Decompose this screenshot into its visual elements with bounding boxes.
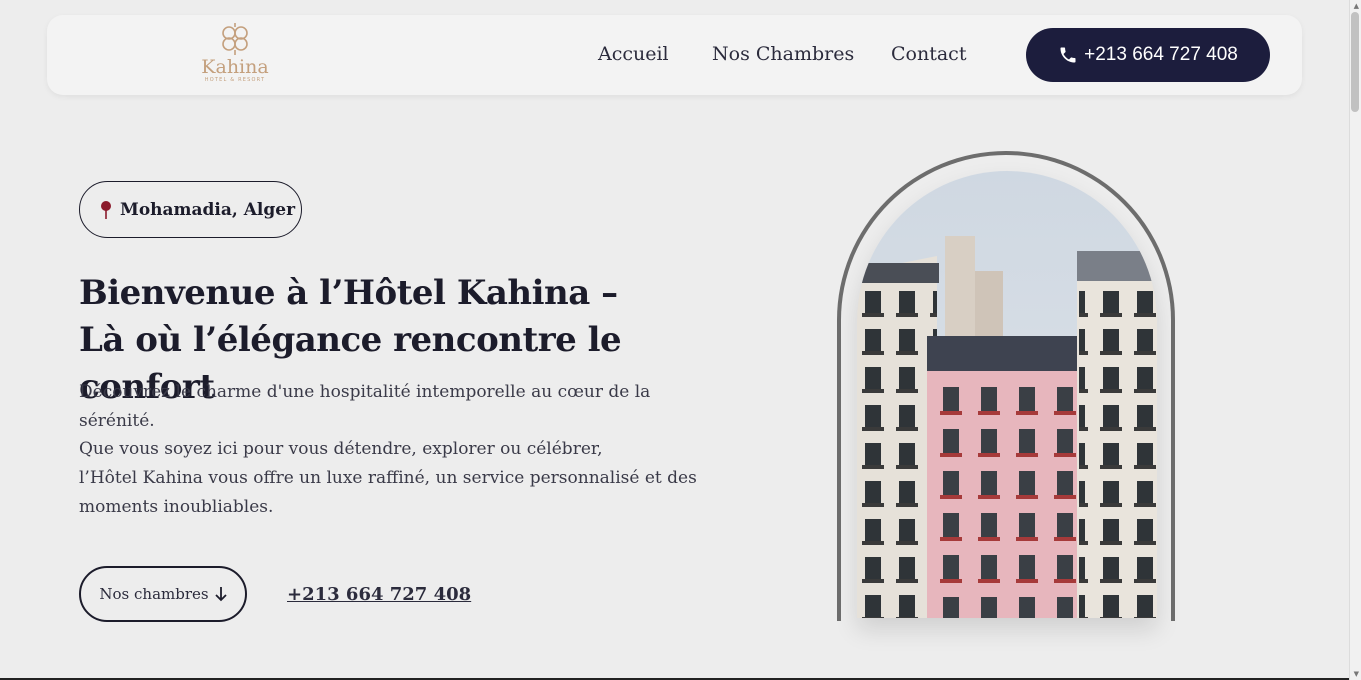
hero-title-line-1: Bienvenue à l’Hôtel Kahina – — [79, 273, 618, 313]
hero-description-line-1: Découvrez le charme d'une hospitalité in… — [79, 382, 651, 431]
nav-link-contact[interactable]: Contact — [891, 43, 966, 65]
phone-call-button[interactable]: +213 664 727 408 — [1026, 28, 1270, 82]
scroll-up-icon[interactable]: ▲ — [1354, 2, 1359, 10]
hero-description-line-3: l’Hôtel Kahina vous offre un luxe raffin… — [79, 468, 697, 517]
our-rooms-button[interactable]: Nos chambres — [79, 566, 247, 622]
site-header: Kahina HOTEL & RESORT Accueil Nos Chambr… — [47, 15, 1302, 95]
logo-name: Kahina — [201, 56, 269, 78]
nav-link-accueil[interactable]: Accueil — [598, 43, 669, 65]
scrollbar-thumb[interactable] — [1351, 12, 1359, 112]
logo[interactable]: Kahina HOTEL & RESORT — [195, 21, 275, 91]
scroll-down-icon[interactable]: ▼ — [1354, 670, 1359, 678]
hotel-building-image — [857, 171, 1157, 618]
phone-button-label: +213 664 727 408 — [1084, 44, 1238, 65]
our-rooms-button-label: Nos chambres — [99, 585, 209, 603]
location-label: Mohamadia, Alger — [120, 199, 296, 220]
phone-link[interactable]: +213 664 727 408 — [287, 584, 471, 605]
nav-link-nos-chambres[interactable]: Nos Chambres — [712, 43, 854, 65]
location-badge: Mohamadia, Alger — [79, 181, 302, 238]
hero-description-line-2: Que vous soyez ici pour vous détendre, e… — [79, 439, 603, 460]
kahina-knot-icon — [222, 23, 248, 55]
arrow-down-icon — [214, 587, 227, 602]
page-scrollbar[interactable]: ▲ ▼ — [1349, 0, 1361, 680]
logo-subtitle: HOTEL & RESORT — [204, 77, 266, 83]
map-pin-icon — [101, 200, 111, 219]
hero-description: Découvrez le charme d'une hospitalité in… — [79, 378, 699, 522]
phone-icon — [1060, 47, 1076, 63]
